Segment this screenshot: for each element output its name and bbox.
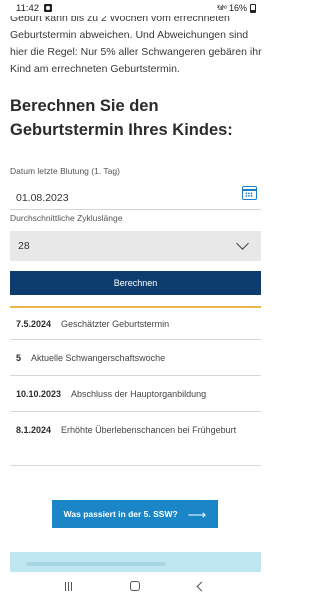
week-info-button[interactable]: Was passiert in der 5. SSW? ⟶ [52,500,218,528]
banner-text-placeholder [26,562,166,566]
status-right: ³ᵍ.ıl ᵛᵒ 16% [217,3,256,13]
week-info-label: Was passiert in der 5. SSW? [63,509,178,519]
intro-paragraph: Geburt kann bis zu 2 Wochen vom errechne… [10,12,262,75]
result-text: Aktuelle Schwangerschaftswoche [31,353,166,363]
arrow-right-icon: ⟶ [187,506,207,522]
date-value[interactable]: 01.08.2023 [16,192,69,204]
back-icon[interactable] [196,581,207,591]
battery-percent: 16% [228,3,247,13]
signal-icon: ³ᵍ.ıl ᵛᵒ [216,4,227,12]
result-key: 5 [16,353,22,363]
page-heading: Berechnen Sie den Geburtstermin Ihres Ki… [10,97,233,139]
results-list: 7.5.2024 Geschätzter Geburtstermin 5 Akt… [10,306,261,466]
calendar-icon[interactable] [242,186,257,200]
notification-icon [44,4,53,12]
calculate-button[interactable]: Berechnen [10,271,261,295]
status-bar: 11:42 ³ᵍ.ıl ᵛᵒ 16% [0,0,270,16]
info-banner[interactable] [10,552,261,572]
status-left: 11:42 [16,2,53,14]
result-row: 8.1.2024 Erhöhte Überlebenschancen bei F… [10,412,261,466]
result-text: Erhöhte Überlebenschancen bei Frühgeburt [61,425,237,435]
date-label: Datum letzte Blutung (1. Tag) [10,166,120,176]
battery-icon [250,3,256,13]
cycle-value[interactable]: 28 [18,240,30,252]
date-field[interactable]: 01.08.2023 [10,184,261,210]
result-row: 10.10.2023 Abschluss der Hauptorganbildu… [10,376,261,412]
result-text: Geschätzter Geburtstermin [61,319,170,329]
cycle-label: Durchschnittliche Zykluslänge [10,213,123,223]
result-key: 8.1.2024 [16,425,52,435]
recents-icon[interactable] [64,581,73,591]
home-icon[interactable] [130,581,141,591]
result-row: 5 Aktuelle Schwangerschaftswoche [10,340,261,376]
result-row: 7.5.2024 Geschätzter Geburtstermin [10,308,261,340]
clock: 11:42 [16,2,40,14]
result-key: 10.10.2023 [16,389,62,399]
result-key: 7.5.2024 [16,319,52,329]
cycle-length-select[interactable]: 28 [10,231,261,261]
system-nav-bar [0,572,270,600]
chevron-down-icon[interactable] [236,237,249,250]
result-text: Abschluss der Hauptorganbildung [71,389,207,399]
